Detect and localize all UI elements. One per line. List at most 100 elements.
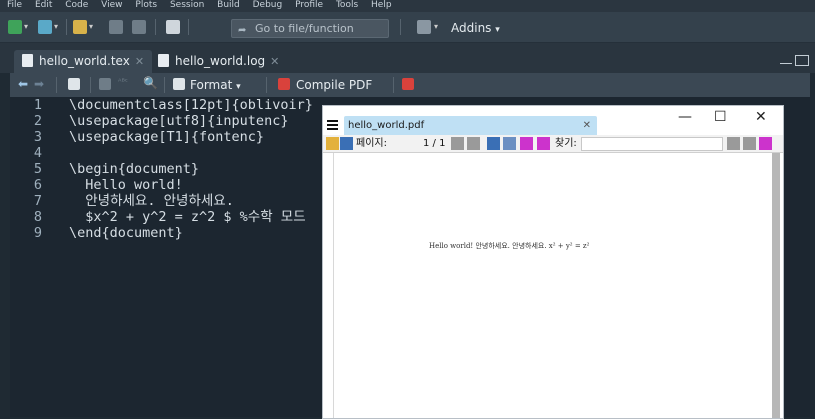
new-file-icon[interactable] (8, 20, 22, 34)
search-icon[interactable]: 🔍 (143, 76, 158, 90)
tab-label: hello_world.log (175, 54, 266, 68)
line-number: 5 (33, 161, 42, 177)
editor-tab-bar: hello_world.tex ✕ hello_world.log ✕ (0, 43, 815, 73)
code-line[interactable]: \usepackage[utf8]{inputenc} (69, 113, 313, 129)
fit-width-icon[interactable] (487, 137, 500, 150)
code-line[interactable]: 안녕하세요. 안녕하세요. (69, 193, 313, 209)
menu-code[interactable]: Code (65, 0, 88, 11)
code-line[interactable]: \begin{document} (69, 161, 313, 177)
show-in-window-icon[interactable] (68, 78, 80, 90)
save-all-icon[interactable] (132, 20, 146, 34)
maximize-icon[interactable]: ☐ (714, 109, 727, 125)
code-line[interactable]: \usepackage[T1]{fontenc} (69, 129, 313, 145)
line-number: 7 (33, 193, 42, 209)
dropdown-arrow-icon[interactable]: ▾ (434, 20, 442, 34)
back-arrow-icon[interactable]: ⬅ (18, 77, 28, 91)
compile-pdf-label: Compile PDF (296, 78, 373, 92)
menu-help[interactable]: Help (371, 0, 392, 11)
pdf-toolbar: 페이지: 1 / 1 찾기: (323, 135, 783, 153)
prev-page-icon[interactable] (451, 137, 464, 150)
pdf-rendered-text: Hello world! 안녕하세요. 안녕하세요. x² + y² = z² (429, 242, 590, 250)
line-number: 4 (33, 145, 42, 161)
tab-hello-world-log[interactable]: hello_world.log ✕ (150, 50, 287, 73)
toolbar-divider (266, 77, 267, 93)
minimize-icon[interactable]: — (678, 109, 692, 125)
file-icon (158, 54, 169, 67)
code-line[interactable]: Hello world! (69, 177, 313, 193)
code-line[interactable] (69, 145, 313, 161)
chevron-down-icon: ▾ (236, 82, 241, 92)
find-input[interactable] (581, 137, 723, 151)
save-icon[interactable] (109, 20, 123, 34)
toolbar-divider (155, 19, 156, 35)
minimize-icon[interactable] (780, 63, 792, 64)
forward-arrow-icon[interactable]: ➡ (34, 77, 44, 91)
close-icon[interactable]: ✕ (135, 55, 144, 68)
dropdown-arrow-icon[interactable]: ▾ (54, 20, 62, 34)
goto-file-function-input[interactable]: ➦ Go to file/function (231, 19, 389, 38)
code-line[interactable]: \documentclass[12pt]{oblivoir} (69, 97, 313, 113)
menu-plots[interactable]: Plots (135, 0, 157, 11)
menu-tools[interactable]: Tools (336, 0, 358, 11)
pdf-titlebar: hello_world.pdf ✕ — ☐ ✕ (323, 106, 783, 135)
menu-file[interactable]: File (7, 0, 22, 11)
menu-view[interactable]: View (101, 0, 122, 11)
menu-profile[interactable]: Profile (295, 0, 323, 11)
tex-file-icon (22, 54, 33, 67)
pdf-export-icon[interactable] (402, 78, 414, 90)
zoom-in-icon[interactable] (520, 137, 533, 150)
find-label: 찾기: (555, 138, 577, 149)
line-number: 6 (33, 177, 42, 193)
menu-build[interactable]: Build (217, 0, 240, 11)
spellcheck-icon[interactable]: ᴬᴮᶜ (118, 77, 128, 86)
grid-layout-icon[interactable] (417, 20, 431, 34)
goto-placeholder: Go to file/function (255, 22, 354, 35)
save-icon[interactable] (99, 78, 111, 90)
pdf-viewport[interactable]: Hello world! 안녕하세요. 안녕하세요. x² + y² = z² (323, 153, 783, 418)
maximize-icon[interactable] (795, 55, 809, 66)
find-prev-icon[interactable] (727, 137, 740, 150)
line-number: 9 (33, 225, 42, 241)
new-project-icon[interactable] (38, 20, 52, 34)
dropdown-arrow-icon[interactable]: ▾ (24, 20, 32, 34)
close-icon[interactable]: ✕ (270, 55, 279, 68)
code-lines[interactable]: \documentclass[12pt]{oblivoir} \usepacka… (69, 97, 313, 241)
zoom-out-icon[interactable] (537, 137, 550, 150)
next-page-icon[interactable] (467, 137, 480, 150)
bookmark-icon[interactable] (326, 137, 339, 150)
toolbar-divider (188, 19, 189, 35)
tab-label: hello_world.tex (39, 54, 130, 68)
toolbar-divider (393, 77, 394, 93)
main-toolbar: ▾ ▾ ▾ ➦ Go to file/function ▾ Addins ▾ (0, 12, 815, 43)
editor-toolbar: ⬅ ➡ ᴬᴮᶜ 🔍 Format ▾ Compile PDF (10, 73, 810, 98)
menu-bar: File Edit Code View Plots Session Build … (0, 0, 815, 12)
format-label: Format (190, 78, 233, 92)
pdf-viewer-window: hello_world.pdf ✕ — ☐ ✕ 페이지: 1 / 1 찾기: H… (322, 105, 784, 419)
dropdown-arrow-icon[interactable]: ▾ (89, 20, 97, 34)
pdf-page: Hello world! 안녕하세요. 안녕하세요. x² + y² = z² (333, 153, 780, 418)
pdf-tab[interactable]: hello_world.pdf ✕ (344, 116, 597, 135)
menu-edit[interactable]: Edit (35, 0, 52, 11)
addins-menu[interactable]: Addins ▾ (451, 21, 500, 35)
open-file-icon[interactable] (73, 20, 87, 34)
close-window-icon[interactable]: ✕ (755, 109, 767, 125)
toolbar-divider (66, 19, 67, 35)
menu-debug[interactable]: Debug (253, 0, 283, 11)
pdf-tab-title: hello_world.pdf (348, 120, 425, 131)
code-line[interactable]: \end{document} (69, 225, 313, 241)
page-label: 페이지: (356, 138, 387, 149)
compile-pdf-button[interactable]: Compile PDF (296, 78, 372, 92)
menu-session[interactable]: Session (170, 0, 204, 11)
print-icon[interactable] (166, 20, 180, 34)
close-icon[interactable]: ✕ (583, 116, 591, 135)
fit-page-icon[interactable] (503, 137, 516, 150)
code-line[interactable]: $x^2 + y^2 = z^2 $ %수학 모드 (69, 209, 313, 225)
tab-hello-world-tex[interactable]: hello_world.tex ✕ (14, 50, 153, 73)
find-next-icon[interactable] (743, 137, 756, 150)
page-counter[interactable]: 1 / 1 (423, 135, 445, 152)
highlight-icon[interactable] (759, 137, 772, 150)
save-icon[interactable] (340, 137, 353, 150)
format-menu[interactable]: Format ▾ (190, 78, 241, 92)
line-number: 1 (33, 97, 42, 113)
hamburger-menu-icon[interactable] (327, 120, 338, 132)
